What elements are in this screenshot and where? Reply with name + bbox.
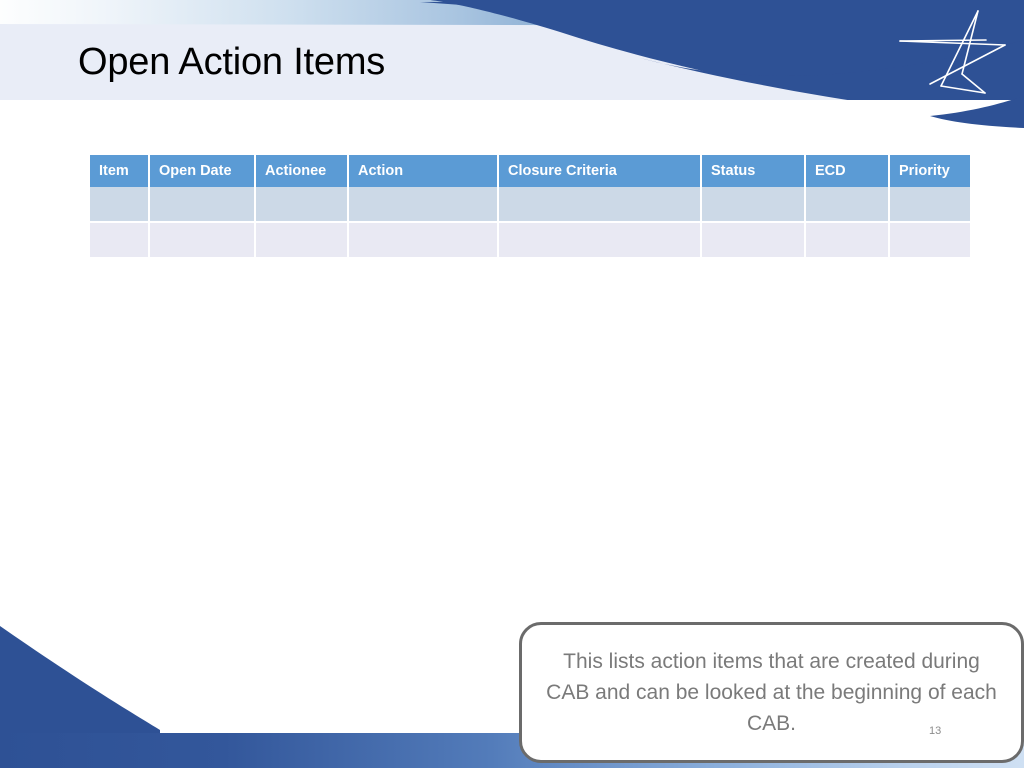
cell-priority[interactable] [890, 223, 970, 259]
cell-status[interactable] [702, 187, 806, 223]
cell-actionee[interactable] [256, 223, 349, 259]
cell-ecd[interactable] [806, 223, 890, 259]
cell-item[interactable] [90, 187, 150, 223]
cell-priority[interactable] [890, 187, 970, 223]
cell-closure-criteria[interactable] [499, 223, 702, 259]
cell-open-date[interactable] [150, 187, 256, 223]
column-header-item[interactable]: Item [90, 155, 150, 187]
cell-status[interactable] [702, 223, 806, 259]
column-header-open-date[interactable]: Open Date [150, 155, 256, 187]
column-header-closure-criteria[interactable]: Closure Criteria [499, 155, 702, 187]
open-action-items-table: Item Open Date Actionee Action Closure C… [90, 155, 970, 259]
column-header-action[interactable]: Action [349, 155, 499, 187]
cell-ecd[interactable] [806, 187, 890, 223]
column-header-priority[interactable]: Priority [890, 155, 970, 187]
cell-actionee[interactable] [256, 187, 349, 223]
cell-action[interactable] [349, 187, 499, 223]
cell-open-date[interactable] [150, 223, 256, 259]
page-number: 13 [929, 725, 942, 737]
column-header-status[interactable]: Status [702, 155, 806, 187]
table-header-row: Item Open Date Actionee Action Closure C… [90, 155, 970, 187]
cell-item[interactable] [90, 223, 150, 259]
page-title: Open Action Items [78, 41, 386, 83]
cell-closure-criteria[interactable] [499, 187, 702, 223]
column-header-ecd[interactable]: ECD [806, 155, 890, 187]
column-header-actionee[interactable]: Actionee [256, 155, 349, 187]
callout-text: This lists action items that are created… [546, 650, 997, 735]
cell-action[interactable] [349, 223, 499, 259]
header-band-bottom-edge [0, 100, 1024, 132]
explanatory-callout: This lists action items that are created… [519, 622, 1024, 763]
table-row[interactable] [90, 223, 970, 259]
table-row[interactable] [90, 187, 970, 223]
